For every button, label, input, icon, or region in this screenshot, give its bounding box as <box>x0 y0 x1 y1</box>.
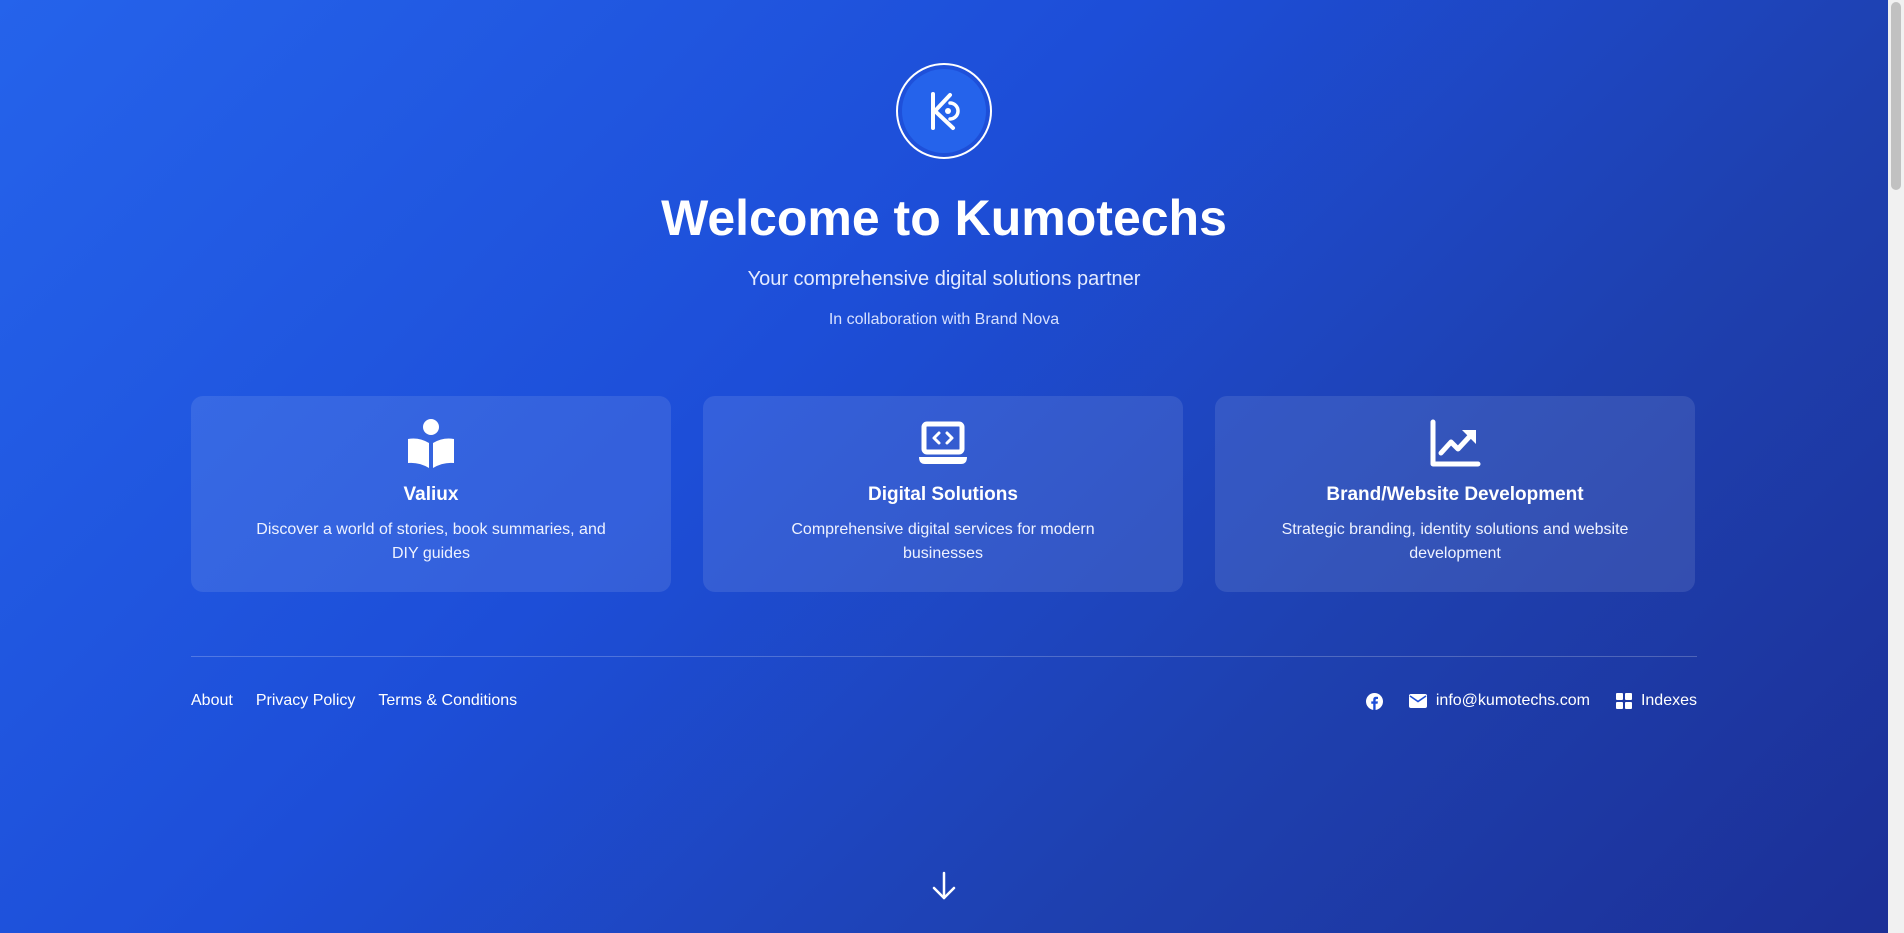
chart-line-icon <box>1430 419 1481 467</box>
collaboration-note: In collaboration with Brand Nova <box>828 311 1060 328</box>
grid-icon <box>1615 693 1632 709</box>
footer-divider <box>191 656 1697 657</box>
card-title: Digital Solutions <box>868 484 1018 505</box>
card-brand-website-development[interactable]: Brand/Website Development Strategic bran… <box>1215 396 1695 592</box>
kumotechs-logo-icon <box>931 92 960 130</box>
card-description: Discover a world of stories, book summar… <box>256 521 606 562</box>
open-book-reader-icon <box>408 419 454 468</box>
mail-icon <box>1408 694 1427 708</box>
email-address: info@kumotechs.com <box>1435 692 1590 709</box>
indexes-link[interactable]: Indexes <box>1615 690 1697 712</box>
card-valiux[interactable]: Valiux Discover a world of stories, book… <box>191 396 671 592</box>
page-subtitle: Your comprehensive digital solutions par… <box>747 268 1141 290</box>
scrollbar-thumb[interactable] <box>1891 2 1901 190</box>
about-link[interactable]: About <box>191 690 233 712</box>
laptop-code-icon <box>919 421 967 464</box>
card-description: Strategic branding, identity solutions a… <box>1281 521 1629 562</box>
footer-contact: info@kumotechs.com Indexes <box>1365 690 1697 712</box>
privacy-policy-link[interactable]: Privacy Policy <box>256 690 356 712</box>
arrow-down-icon[interactable] <box>928 870 960 902</box>
vertical-scrollbar[interactable] <box>1888 0 1904 933</box>
card-title: Brand/Website Development <box>1326 484 1584 505</box>
email-link[interactable]: info@kumotechs.com <box>1408 690 1590 712</box>
card-description: Comprehensive digital services for moder… <box>791 521 1095 562</box>
landing-page: Welcome to Kumotechs Your comprehensive … <box>0 0 1888 933</box>
footer-links: About Privacy Policy Terms & Conditions <box>191 690 517 712</box>
terms-link[interactable]: Terms & Conditions <box>378 690 517 712</box>
kumotechs-logo <box>896 63 992 159</box>
facebook-icon <box>1365 692 1383 710</box>
card-digital-solutions[interactable]: Digital Solutions Comprehensive digital … <box>703 396 1183 592</box>
card-title: Valiux <box>403 484 459 505</box>
facebook-link[interactable] <box>1365 692 1383 710</box>
page-title: Welcome to Kumotechs <box>661 190 1227 246</box>
indexes-label: Indexes <box>1640 692 1697 709</box>
